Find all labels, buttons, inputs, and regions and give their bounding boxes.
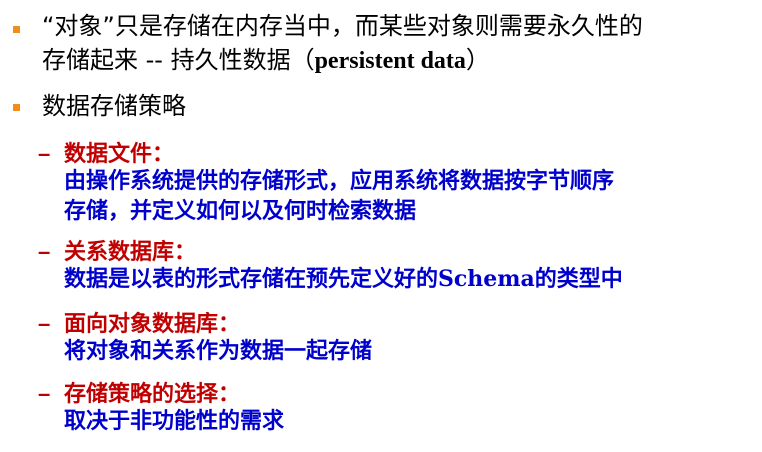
strategy-title: 存储策略的选择：	[64, 381, 241, 407]
strategy-desc-line: 将对象和关系作为数据一起存储	[64, 338, 373, 364]
strategy-desc-line: 取决于非功能性的需求	[64, 408, 285, 434]
strategy-title: 数据文件：	[64, 141, 175, 167]
strategy-desc-line: 数据是以表的形式存储在预先定义好的Schema的类型中	[64, 266, 623, 292]
strategy-title: 关系数据库：	[64, 239, 197, 265]
bullet-title: 数据存储策略	[42, 92, 186, 120]
dash-marker: –	[38, 239, 51, 264]
dash-marker: –	[38, 311, 51, 336]
dash-marker: –	[38, 141, 51, 166]
strategy-title: 面向对象数据库：	[64, 311, 241, 337]
slide: “对象”只是存储在内存当中，而某些对象则需要永久性的 存储起来 -- 持久性数据…	[0, 0, 762, 452]
strategy-desc-line: 由操作系统提供的存储形式，应用系统将数据按字节顺序	[64, 168, 615, 194]
bullet-text-line-2: 存储起来 -- 持久性数据（persistent data）	[42, 44, 490, 77]
square-bullet-icon	[13, 26, 20, 33]
square-bullet-icon	[13, 104, 20, 111]
line2-prefix: 存储起来 -- 持久性数据（	[42, 46, 315, 74]
line2-latin: persistent data	[314, 48, 466, 74]
dash-marker: –	[38, 381, 51, 406]
line2-suffix: ）	[465, 46, 490, 74]
bullet-text-line-1: “对象”只是存储在内存当中，而某些对象则需要永久性的	[42, 12, 643, 40]
strategy-desc-line: 存储，并定义如何以及何时检索数据	[64, 198, 417, 224]
